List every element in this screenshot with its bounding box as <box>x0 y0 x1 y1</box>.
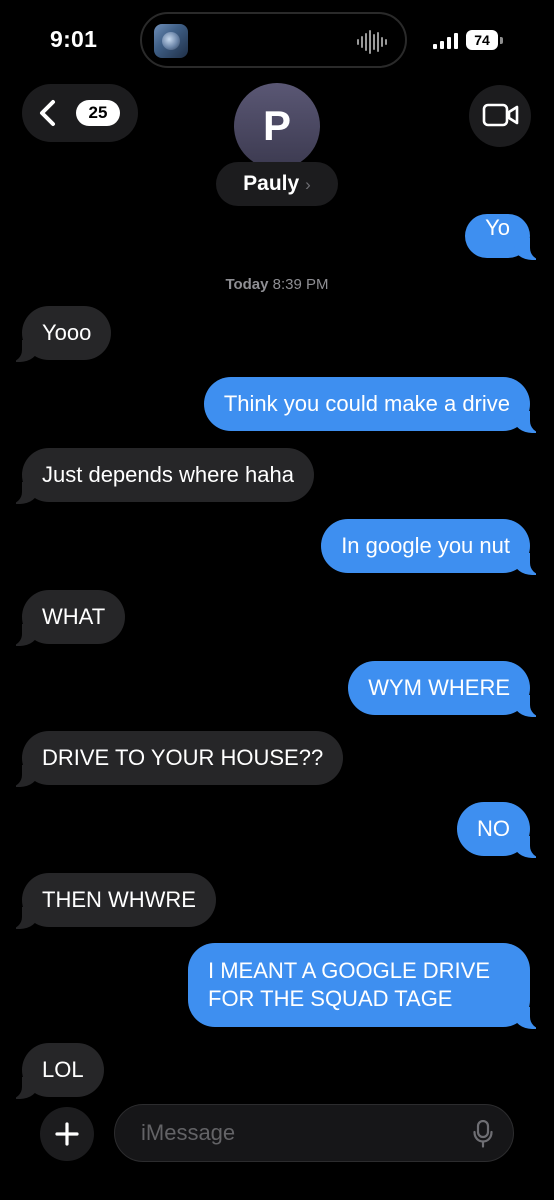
plus-icon <box>55 1122 79 1146</box>
timestamp-time: 8:39 PM <box>272 276 329 293</box>
message-bubble-incoming[interactable]: Yooo <box>7 306 112 362</box>
message-text: WHAT <box>42 604 106 629</box>
battery-indicator: 74 <box>466 30 498 50</box>
contact-name: Pauly <box>243 172 300 195</box>
message-text: Think you could make a drive <box>223 391 510 416</box>
unread-count-badge: 25 <box>76 100 120 126</box>
message-bubble-outgoing[interactable]: NO <box>457 802 544 858</box>
video-camera-icon <box>482 103 519 127</box>
message-bubble-incoming[interactable]: Just depends where haha <box>8 448 314 504</box>
message-text: Yooo <box>42 320 92 345</box>
microphone-icon[interactable] <box>473 1120 493 1148</box>
message-timestamp: Today 8:39 PM <box>0 276 554 293</box>
dynamic-island[interactable] <box>140 12 407 68</box>
battery-nub <box>500 37 503 44</box>
message-bubble-outgoing[interactable]: Yo <box>465 214 544 260</box>
message-text: I MEANT A GOOGLE DRIVE FOR THE SQUAD TAG… <box>208 958 491 1011</box>
message-text: Just depends where haha <box>42 462 294 487</box>
message-bubble-incoming[interactable]: THEN WHWRE <box>8 873 216 929</box>
chevron-right-icon: › <box>305 175 311 194</box>
now-playing-artwork <box>154 24 188 58</box>
audio-waveform-icon <box>357 30 387 54</box>
message-bubble-incoming[interactable]: WHAT <box>7 590 126 646</box>
cellular-signal-icon <box>433 33 458 49</box>
message-text: DRIVE TO YOUR HOUSE?? <box>42 745 324 770</box>
contact-avatar[interactable]: P <box>234 83 320 169</box>
message-text: THEN WHWRE <box>42 887 196 912</box>
chevron-left-icon <box>40 100 55 126</box>
message-text: Yo <box>485 215 510 240</box>
facetime-video-button[interactable] <box>469 85 531 147</box>
message-text: In google you nut <box>341 533 510 558</box>
back-button[interactable]: 25 <box>22 84 138 142</box>
message-text: WYM WHERE <box>368 675 510 700</box>
message-bubble-outgoing[interactable]: In google you nut <box>321 519 544 575</box>
timestamp-day: Today <box>225 276 269 293</box>
message-bubble-outgoing[interactable]: WYM WHERE <box>348 661 544 717</box>
input-placeholder: iMessage <box>141 1120 236 1145</box>
add-attachment-button[interactable] <box>40 1107 94 1161</box>
contact-name-button[interactable]: Pauly › <box>216 162 338 206</box>
message-bubble-incoming[interactable]: DRIVE TO YOUR HOUSE?? <box>7 731 344 787</box>
message-bubble-outgoing[interactable]: Think you could make a drive <box>203 377 545 433</box>
status-time: 9:01 <box>50 26 98 52</box>
imessage-input[interactable]: iMessage <box>114 1104 514 1162</box>
message-bubble-outgoing[interactable]: I MEANT A GOOGLE DRIVE FOR THE SQUAD TAG… <box>188 943 544 1029</box>
message-bubble-incoming[interactable]: LOL <box>8 1043 104 1099</box>
message-text: LOL <box>42 1057 84 1082</box>
message-text: NO <box>477 816 510 841</box>
